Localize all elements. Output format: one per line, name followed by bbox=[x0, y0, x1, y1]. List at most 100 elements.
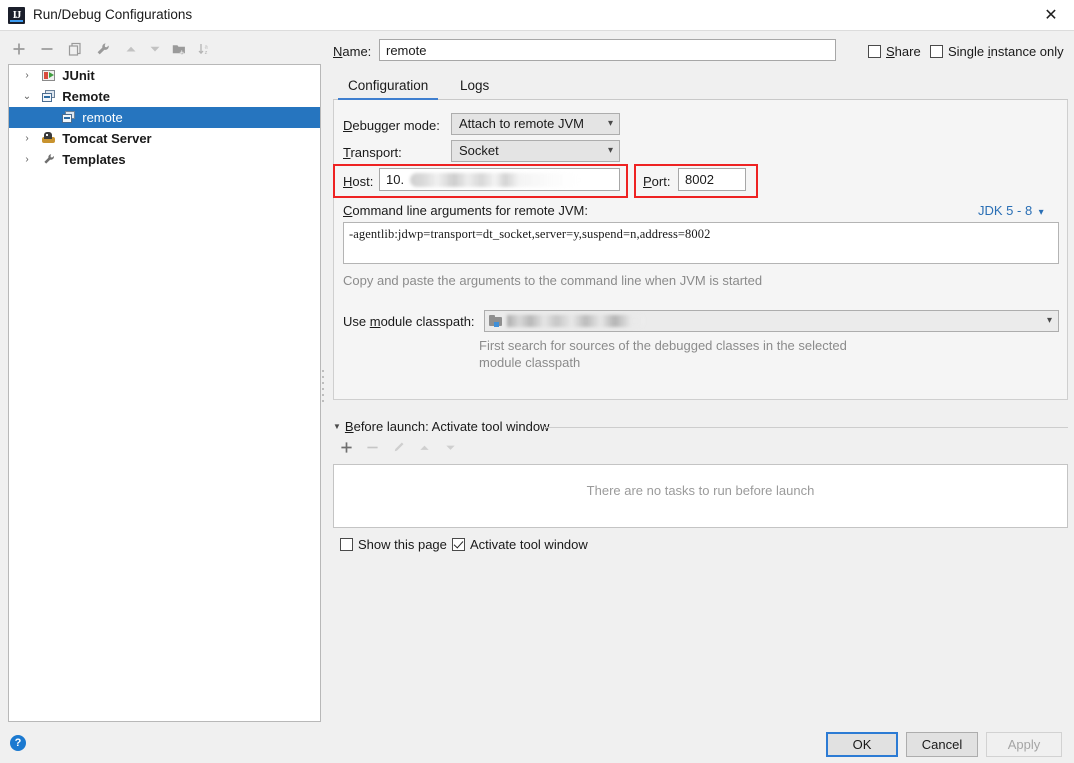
activate-tool-window-checkbox[interactable]: Activate tool window bbox=[452, 537, 588, 552]
tomcat-icon bbox=[41, 128, 59, 149]
transport-label: Transport: bbox=[343, 145, 402, 160]
tree-item-tomcat-server[interactable]: › Tomcat Server bbox=[9, 128, 320, 149]
module-classpath-hint-line1: First search for sources of the debugged… bbox=[479, 338, 847, 353]
intellij-idea-icon: IJ bbox=[8, 7, 25, 24]
name-label: Name: bbox=[333, 44, 372, 59]
chevron-down-icon: ▾ bbox=[607, 118, 613, 129]
help-icon[interactable]: ? bbox=[10, 735, 26, 751]
chevron-down-icon: ▾ bbox=[607, 145, 613, 156]
host-value: 10. bbox=[386, 172, 405, 187]
before-launch-mnemonic: B bbox=[344, 419, 354, 434]
add-configuration-button[interactable] bbox=[8, 38, 30, 62]
splitter-grip-icon[interactable] bbox=[321, 370, 325, 406]
module-classpath-redacted-overlay bbox=[507, 315, 645, 327]
before-launch-title[interactable]: ▼ Before launch: Activate tool window bbox=[333, 419, 549, 434]
move-down-button[interactable] bbox=[144, 38, 166, 62]
close-icon[interactable]: ✕ bbox=[1028, 0, 1074, 31]
before-launch-title-text: efore launch: Activate tool window bbox=[353, 419, 550, 434]
tree-item-label: JUnit bbox=[62, 68, 95, 83]
configurations-tree[interactable]: › JUnit ⌄ Remote remote › Tomcat Server bbox=[8, 64, 321, 722]
single-instance-checkbox-box[interactable] bbox=[930, 45, 943, 58]
port-label: Port: bbox=[643, 174, 671, 189]
tab-logs[interactable]: Logs bbox=[450, 75, 499, 100]
tab-configuration[interactable]: Configuration bbox=[338, 75, 439, 100]
apply-button: Apply bbox=[986, 732, 1062, 757]
command-line-hint: Copy and paste the arguments to the comm… bbox=[343, 273, 763, 288]
port-value: 8002 bbox=[685, 172, 714, 187]
remote-icon bbox=[41, 86, 59, 107]
module-classpath-label: Use module classpath: bbox=[343, 314, 475, 329]
tab-bar: Configuration Logs bbox=[333, 75, 1068, 100]
activate-tool-window-label: Activate tool window bbox=[470, 537, 588, 552]
remove-configuration-button[interactable] bbox=[36, 38, 58, 62]
collapse-triangle-icon[interactable]: ▼ bbox=[333, 422, 341, 431]
name-input[interactable] bbox=[379, 39, 836, 61]
window-title: Run/Debug Configurations bbox=[33, 7, 193, 22]
debugger-mode-value: Attach to remote JVM bbox=[459, 116, 584, 131]
move-up-button[interactable] bbox=[120, 38, 142, 62]
show-this-page-label: Show this page bbox=[358, 537, 447, 552]
panel-splitter[interactable] bbox=[319, 60, 329, 726]
module-classpath-select[interactable]: ▾ bbox=[484, 310, 1059, 332]
tree-item-junit[interactable]: › JUnit bbox=[9, 65, 320, 86]
before-launch-divider bbox=[545, 427, 1068, 428]
activate-tool-window-checkbox-box[interactable] bbox=[452, 538, 465, 551]
run-debug-configurations-dialog: IJ Run/Debug Configurations ✕ a z › JUni… bbox=[0, 0, 1074, 763]
chevron-down-icon: ▾ bbox=[1035, 207, 1044, 218]
task-move-up-button bbox=[411, 438, 437, 462]
svg-text:z: z bbox=[205, 50, 208, 56]
command-line-textarea[interactable]: -agentlib:jdwp=transport=dt_socket,serve… bbox=[343, 222, 1059, 264]
show-this-page-checkbox[interactable]: Show this page bbox=[340, 537, 447, 552]
add-task-button[interactable] bbox=[333, 438, 359, 462]
ok-button[interactable]: OK bbox=[826, 732, 898, 757]
before-launch-toolbar bbox=[333, 438, 533, 462]
tree-item-remote-group[interactable]: ⌄ Remote bbox=[9, 86, 320, 107]
configuration-toolbar: a z bbox=[0, 38, 320, 64]
host-redacted-overlay bbox=[410, 173, 580, 187]
share-checkbox[interactable]: Share bbox=[868, 44, 921, 59]
chevron-down-icon: ▾ bbox=[1046, 315, 1052, 326]
copy-configuration-button[interactable] bbox=[64, 38, 86, 62]
share-checkbox-label: Share bbox=[886, 44, 921, 59]
create-folder-button[interactable] bbox=[168, 38, 190, 62]
before-launch-task-list[interactable]: There are no tasks to run before launch bbox=[333, 464, 1068, 528]
show-this-page-checkbox-box[interactable] bbox=[340, 538, 353, 551]
module-classpath-hint-line2: module classpath bbox=[479, 355, 581, 370]
jdk-version-selector[interactable]: JDK 5 - 8 ▾ bbox=[978, 203, 1044, 218]
task-move-down-button bbox=[437, 438, 463, 462]
command-line-value: -agentlib:jdwp=transport=dt_socket,serve… bbox=[349, 227, 711, 241]
junit-icon bbox=[41, 65, 59, 86]
edit-task-pencil-icon bbox=[385, 438, 411, 462]
tree-item-label: Templates bbox=[62, 152, 126, 167]
wrench-icon bbox=[41, 149, 59, 170]
host-label: Host: bbox=[343, 174, 374, 189]
debugger-mode-label: Debugger mode: bbox=[343, 118, 440, 133]
remote-icon bbox=[61, 107, 79, 128]
transport-value: Socket bbox=[459, 143, 499, 158]
expander-icon[interactable]: › bbox=[17, 149, 37, 170]
single-instance-checkbox-label: Single instance only bbox=[948, 44, 1064, 59]
cancel-button[interactable]: Cancel bbox=[906, 732, 978, 757]
port-input[interactable]: 8002 bbox=[678, 168, 746, 191]
debugger-mode-select[interactable]: Attach to remote JVM ▾ bbox=[451, 113, 620, 135]
host-input[interactable]: 10. bbox=[379, 168, 620, 191]
edit-defaults-wrench-icon[interactable] bbox=[92, 38, 114, 62]
tree-item-label: Remote bbox=[62, 89, 110, 104]
sort-configurations-button[interactable]: a z bbox=[194, 38, 216, 62]
single-instance-checkbox[interactable]: Single instance only bbox=[930, 44, 1064, 59]
tree-item-label: Tomcat Server bbox=[62, 131, 152, 146]
tree-item-label: remote bbox=[82, 110, 123, 125]
before-launch-empty-text: There are no tasks to run before launch bbox=[586, 483, 815, 498]
tree-item-remote[interactable]: remote bbox=[9, 107, 320, 128]
module-folder-icon bbox=[489, 315, 502, 327]
remove-task-button bbox=[359, 438, 385, 462]
command-line-label: Command line arguments for remote JVM: bbox=[343, 203, 588, 218]
share-checkbox-box[interactable] bbox=[868, 45, 881, 58]
tree-item-templates[interactable]: › Templates bbox=[9, 149, 320, 170]
transport-select[interactable]: Socket ▾ bbox=[451, 140, 620, 162]
expander-icon[interactable]: › bbox=[17, 128, 37, 149]
expander-icon[interactable]: ⌄ bbox=[17, 86, 37, 107]
jdk-version-value: JDK 5 - 8 bbox=[978, 203, 1033, 218]
expander-icon[interactable]: › bbox=[17, 65, 37, 86]
title-bar: IJ Run/Debug Configurations ✕ bbox=[0, 0, 1074, 31]
